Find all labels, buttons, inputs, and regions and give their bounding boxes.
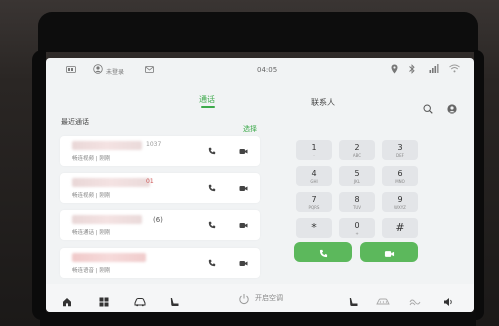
- seat-heat-icon[interactable]: [349, 292, 359, 311]
- phone-icon: [319, 243, 328, 262]
- video-call-button[interactable]: [360, 242, 418, 262]
- location-icon: [391, 64, 398, 76]
- redacted-contact-name: [72, 178, 150, 187]
- bottom-dock: 开启空调: [46, 284, 474, 312]
- seat-icon[interactable]: [170, 292, 180, 311]
- key-letters: TUV: [352, 205, 362, 210]
- key-letters: +: [355, 231, 359, 236]
- car-icon[interactable]: [134, 292, 146, 311]
- key-digit: 1: [311, 143, 317, 152]
- phone-call-icon[interactable]: [206, 182, 218, 194]
- display-top-frame: [38, 12, 478, 52]
- keypad-key-0[interactable]: 0 +: [339, 218, 375, 238]
- video-call-icon[interactable]: [237, 219, 249, 231]
- contact-number-tail: 01: [146, 178, 154, 185]
- sim-icon: [66, 66, 76, 75]
- key-digit: 7: [311, 195, 317, 204]
- fan-icon[interactable]: [409, 292, 421, 311]
- key-digit: 8: [354, 195, 360, 204]
- home-icon[interactable]: [62, 292, 72, 311]
- power-icon[interactable]: [238, 290, 250, 309]
- keypad-key-star[interactable]: *: [296, 218, 332, 238]
- profile-icon[interactable]: [447, 99, 457, 118]
- message-icon[interactable]: [145, 66, 154, 75]
- key-letters: ABC: [352, 153, 362, 158]
- key-letters: DEF: [396, 153, 404, 158]
- select-button[interactable]: 选择: [243, 124, 257, 134]
- wifi-icon: [449, 64, 460, 75]
- key-digit: 4: [311, 169, 317, 178]
- login-status[interactable]: 未登录: [106, 67, 124, 76]
- keypad-key-8[interactable]: 8 TUV: [339, 192, 375, 212]
- key-digit: 6: [397, 169, 403, 178]
- phone-call-icon[interactable]: [206, 219, 218, 231]
- keypad-key-3[interactable]: 3 DEF: [382, 140, 418, 160]
- redacted-contact-name: [72, 215, 142, 224]
- active-tab-indicator: [201, 106, 215, 108]
- clock: 04:05: [257, 66, 278, 74]
- key-letters: GHI: [310, 179, 318, 184]
- rear-defrost-icon[interactable]: [376, 292, 390, 311]
- contact-number-tail: 1037: [146, 141, 162, 148]
- tab-calls[interactable]: 通话: [199, 94, 215, 105]
- display-bottom-frame: [40, 312, 476, 326]
- key-letters: JKL: [353, 179, 361, 184]
- volume-icon[interactable]: [443, 292, 454, 311]
- keypad-key-2[interactable]: 2 ABC: [339, 140, 375, 160]
- signal-icon: [429, 64, 439, 75]
- keypad-key-hash[interactable]: #: [382, 218, 418, 238]
- keypad-key-5[interactable]: 5 JKL: [339, 166, 375, 186]
- key-digit: #: [395, 221, 405, 234]
- call-log-detail: 畅连语音 | 刚刚: [72, 268, 111, 274]
- phone-call-icon[interactable]: [206, 257, 218, 269]
- call-log-item[interactable]: 01 畅连视频 | 刚刚: [60, 173, 260, 203]
- tab-contacts[interactable]: 联系人: [311, 97, 335, 108]
- call-count: (6): [153, 216, 163, 224]
- keypad-key-9[interactable]: 9 WXYZ: [382, 192, 418, 212]
- key-digit: 0: [354, 221, 360, 230]
- video-call-icon[interactable]: [237, 182, 249, 194]
- key-letters: ·: [313, 153, 315, 158]
- call-log-item[interactable]: (6) 畅连通话 | 刚刚: [60, 210, 260, 240]
- voice-call-button[interactable]: [294, 242, 352, 262]
- call-log-detail: 畅连视频 | 刚刚: [72, 156, 111, 162]
- keypad-key-7[interactable]: 7 PQRS: [296, 192, 332, 212]
- apps-grid-icon[interactable]: [99, 292, 109, 311]
- redacted-contact-name: [72, 253, 146, 262]
- call-log-item[interactable]: 畅连语音 | 刚刚: [60, 248, 260, 278]
- key-digit: 5: [354, 169, 360, 178]
- call-log-detail: 畅连通话 | 刚刚: [72, 230, 111, 236]
- redacted-contact-name: [72, 141, 142, 150]
- key-digit: *: [311, 221, 317, 234]
- search-icon[interactable]: [423, 99, 433, 118]
- user-icon[interactable]: [93, 64, 103, 76]
- phone-call-icon[interactable]: [206, 145, 218, 157]
- display-left-frame: [32, 50, 46, 320]
- status-bar: 未登录 04:05: [46, 58, 474, 82]
- call-log-detail: 畅连视频 | 刚刚: [72, 193, 111, 199]
- call-log-item[interactable]: 1037 畅连视频 | 刚刚: [60, 136, 260, 166]
- keypad-key-6[interactable]: 6 MNO: [382, 166, 418, 186]
- key-letters: WXYZ: [394, 205, 406, 210]
- bluetooth-icon: [409, 64, 415, 76]
- infotainment-screen: 未登录 04:05 通话 联系人 最近通话 选择 1037 畅连视频 | 刚刚: [46, 58, 474, 312]
- video-call-icon[interactable]: [237, 145, 249, 157]
- key-digit: 3: [397, 143, 403, 152]
- ac-toggle-label[interactable]: 开启空调: [255, 293, 283, 303]
- video-camera-icon: [384, 243, 395, 262]
- display-right-frame: [474, 50, 484, 320]
- key-digit: 9: [397, 195, 403, 204]
- key-letters: MNO: [395, 179, 405, 184]
- video-call-icon[interactable]: [237, 257, 249, 269]
- key-digit: 2: [354, 143, 360, 152]
- key-letters: PQRS: [308, 205, 320, 210]
- keypad-key-4[interactable]: 4 GHI: [296, 166, 332, 186]
- keypad-key-1[interactable]: 1 ·: [296, 140, 332, 160]
- recent-calls-title: 最近通话: [61, 118, 89, 126]
